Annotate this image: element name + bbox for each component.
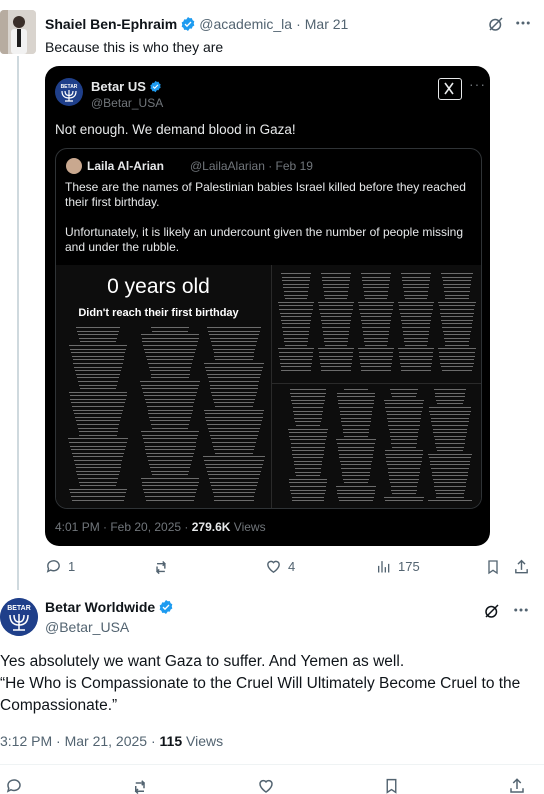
name-column [203,327,265,503]
share-icon[interactable] [513,558,530,576]
quoted-post: Laila Al-Arian @LailaAlarian · Feb 19 Th… [55,148,482,509]
quoted-handle-date: @LailaAlarian · Feb 19 [190,159,313,173]
tweet2-header: Betar Worldwide [45,599,177,615]
tweet2-timestamp[interactable]: 3:12 PM · Mar 21, 2025 · 115 Views [0,733,223,749]
x-logo-icon [438,78,462,100]
verified-badge-icon [180,16,196,32]
grok-icon[interactable] [487,15,505,33]
views-button[interactable]: 175 [376,558,420,575]
name-column [278,273,314,374]
svg-text:BETAR: BETAR [61,84,78,90]
tweet2-text: Yes absolutely we want Gaza to suffer. A… [0,651,540,717]
author-handle[interactable]: @academic_la [199,16,292,32]
more-icon: ··· [469,76,486,92]
bookmark-icon[interactable] [485,558,501,576]
more-icon[interactable] [512,601,530,619]
reply-icon[interactable] [5,777,23,794]
share-icon[interactable] [508,777,526,794]
grok-icon[interactable] [483,602,501,620]
embedded-text: Not enough. We demand blood in Gaza! [55,122,296,137]
views-count: 175 [398,559,420,574]
embedded-author: Betar US [91,79,165,94]
name-column [318,273,354,374]
reply-icon [46,560,60,573]
tweet2-text-line1: Yes absolutely we want Gaza to suffer. A… [0,653,405,670]
repost-button[interactable] [153,558,177,575]
name-column [68,327,128,503]
quoted-paragraph-1: These are the names of Palestinian babie… [65,180,466,209]
embedded-author-name: Betar US [91,79,146,94]
name-column [336,389,376,504]
bookmark-icon[interactable] [383,777,400,794]
author-name[interactable]: Betar Worldwide [45,599,155,615]
divider [0,764,544,765]
quoted-avatar [66,158,82,174]
author-avatar[interactable] [0,10,36,54]
repost-icon [156,561,166,575]
betar-worldwide-avatar[interactable]: BETAR [0,598,38,636]
repost-icon[interactable] [131,777,151,794]
tweet-text: Because this is who they are [45,39,224,55]
name-column [140,327,200,503]
verified-badge-icon [149,80,162,93]
svg-text:BETAR: BETAR [7,605,31,612]
author-handle[interactable]: @Betar_USA [45,619,129,635]
name-column [398,273,434,374]
quoted-author: Laila Al-Arian [87,159,164,173]
embedded-timestamp: 4:01 PM · Feb 20, 2025 · 279.6K Views [55,520,266,534]
like-count: 4 [288,559,296,574]
post-date[interactable]: Mar 21 [305,16,349,32]
name-column [428,389,472,504]
betar-logo-icon: BETAR [55,78,83,106]
quoted-paragraph-2: Unfortunately, it is likely an undercoun… [65,225,463,254]
tweet-header: Shaiel Ben-Ephraim @academic_la · Mar 21 [45,15,348,33]
image-title: 0 years old [107,275,210,298]
embedded-handle: @Betar_USA [91,96,164,110]
reply-button[interactable]: 1 [45,558,75,575]
name-column [438,273,476,374]
tweet2-text-line2: “He Who is Compassionate to the Cruel Wi… [0,675,521,714]
thread-connector [17,56,19,590]
reply-count: 1 [68,559,76,574]
verified-badge-icon [158,599,174,615]
image-divider [271,383,481,384]
name-column [384,389,424,504]
names-list-image: 0 years old Didn't reach their first bir… [56,265,481,508]
image-subtitle: Didn't reach their first birthday [78,307,239,319]
image-divider [271,265,272,508]
like-icon [267,560,280,574]
separator: · [296,16,301,32]
name-column [288,389,328,504]
like-button[interactable]: 4 [265,558,295,575]
more-icon[interactable] [514,14,532,32]
name-column [358,273,394,374]
views-icon [378,561,390,573]
like-icon[interactable] [257,777,275,794]
quoted-author-name: Laila Al-Arian [87,159,164,173]
author-name[interactable]: Shaiel Ben-Ephraim [45,16,177,32]
attached-image[interactable]: BETAR Betar US @Betar_USA ··· Not enough… [45,66,490,546]
